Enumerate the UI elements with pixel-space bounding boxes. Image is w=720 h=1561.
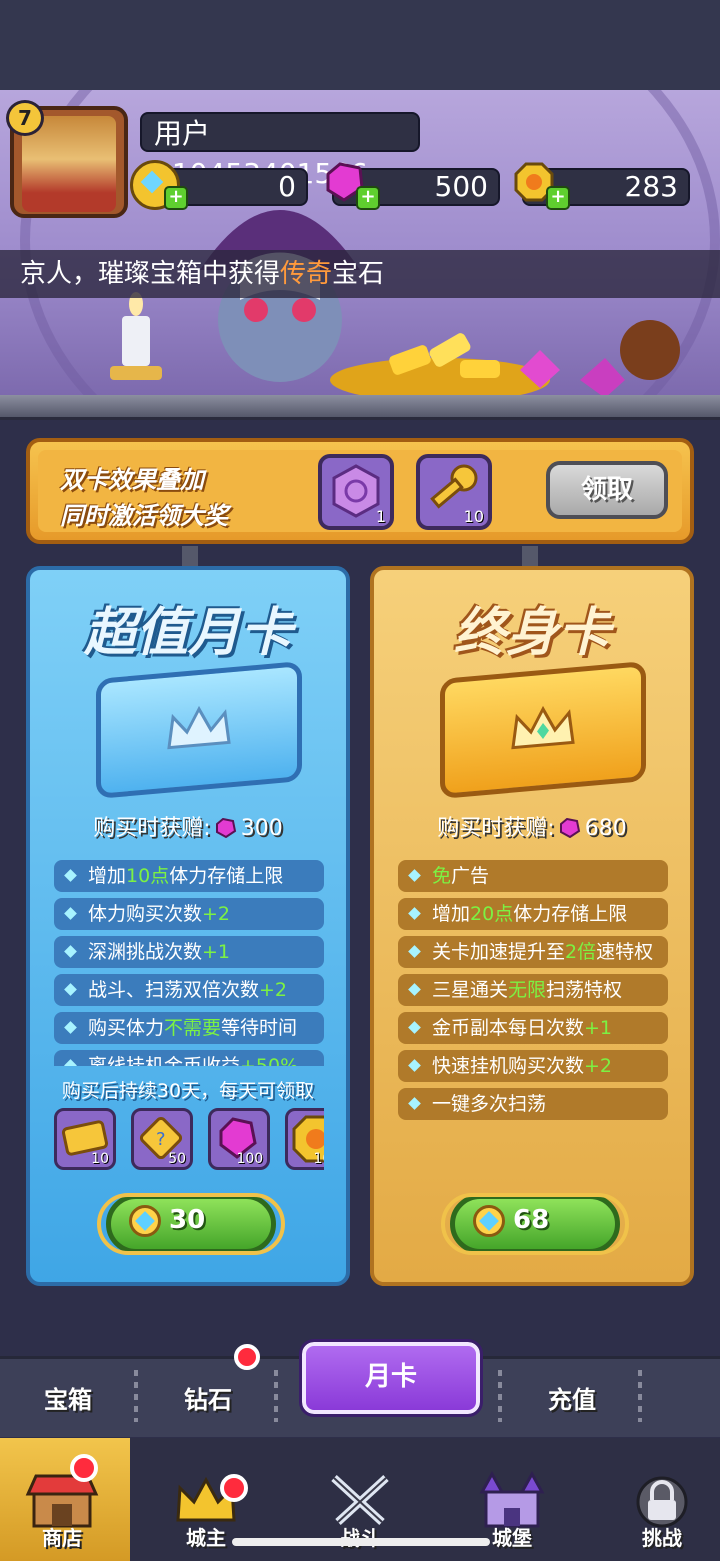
gem-icon bbox=[559, 818, 580, 838]
list-item: 快速挂机购买次数+2 bbox=[398, 1050, 668, 1082]
nav-castle-label: 城堡 bbox=[492, 1526, 532, 1550]
nav-shop-label: 商店 bbox=[42, 1526, 82, 1550]
lifetime-gift-value: 680 bbox=[584, 816, 627, 841]
buy-lifetime-card-button[interactable]: 68 bbox=[441, 1193, 629, 1255]
tab-divider bbox=[134, 1370, 138, 1422]
gem-icon bbox=[215, 818, 236, 838]
claim-button[interactable]: 领取 bbox=[546, 461, 668, 519]
gem-counter[interactable]: + 500 bbox=[326, 162, 500, 210]
list-item: 体力购买次数+2 bbox=[54, 898, 324, 930]
lifetime-gift-label: 购买时获赠: bbox=[437, 816, 555, 841]
banner-shelf bbox=[0, 395, 720, 420]
monthly-card-ticket-icon bbox=[96, 660, 302, 800]
lifetime-card-panel: 终身卡 购买时获赠: 680 免广告 增加20点体力存储上限 关卡加速提升至2倍速… bbox=[370, 566, 694, 1286]
diamond-coin-value: 0 bbox=[278, 170, 296, 203]
diamond-coin-icon bbox=[129, 1205, 161, 1237]
tab-recharge[interactable]: 充值 bbox=[548, 1380, 596, 1415]
monthly-daily-rewards[interactable]: 10 ? 50 100 100 bbox=[54, 1108, 324, 1176]
crown-icon bbox=[167, 705, 231, 750]
reward-ticket[interactable]: 10 bbox=[54, 1108, 116, 1170]
gold-value: 283 bbox=[624, 170, 678, 203]
panel-connector bbox=[182, 546, 198, 568]
tab-monthly-card[interactable]: 月卡 bbox=[299, 1339, 483, 1417]
gem-value: 500 bbox=[434, 170, 488, 203]
list-item: 购买体力不需要等待时间 bbox=[54, 1012, 324, 1044]
lifetime-card-ticket-icon bbox=[440, 660, 646, 800]
news-suffix: 宝石 bbox=[332, 259, 385, 289]
username-label: 用户210453401566 bbox=[140, 112, 420, 190]
lifetime-card-title: 终身卡 bbox=[453, 603, 610, 663]
tab-divider bbox=[638, 1370, 642, 1422]
combo-reward-rune-count: 1 bbox=[375, 507, 386, 526]
list-item: 一键多次扫荡 bbox=[398, 1088, 668, 1120]
diamond-coin-counter[interactable]: + 0 bbox=[130, 160, 308, 210]
lifetime-perks-list[interactable]: 免广告 增加20点体力存储上限 关卡加速提升至2倍速特权 三星通关无限扫荡特权 … bbox=[398, 860, 668, 1132]
tab-diamond[interactable]: 钻石 bbox=[184, 1380, 232, 1415]
combo-line2: 同时激活领大奖 bbox=[60, 502, 228, 530]
panel-connector bbox=[522, 546, 538, 568]
news-ticker: 京人，璀璨宝箱中获得传奇宝石 bbox=[0, 250, 720, 298]
lock-icon bbox=[636, 1476, 688, 1528]
tab-divider bbox=[498, 1370, 502, 1422]
gold-pile-icon bbox=[330, 320, 680, 400]
list-item: 深渊挑战次数+1 bbox=[54, 936, 324, 968]
list-item: 三星通关无限扫荡特权 bbox=[398, 974, 668, 1006]
combo-reward-key[interactable]: 10 bbox=[416, 454, 492, 530]
monthly-card-panel: 超值月卡 购买时获赠: 300 增加10点体力存储上限 体力购买次数+2 深渊挑战… bbox=[26, 566, 350, 1286]
level-badge: 7 bbox=[6, 100, 44, 136]
svg-text:?: ? bbox=[156, 1129, 166, 1150]
lifetime-gift-line: 购买时获赠: 680 bbox=[374, 810, 690, 842]
nav-shop[interactable]: 商店 bbox=[22, 1470, 102, 1550]
diamond-coin-icon bbox=[473, 1205, 505, 1237]
reward-gem[interactable]: 100 bbox=[208, 1108, 271, 1170]
combo-reward-rune[interactable]: 1 bbox=[318, 454, 394, 530]
notification-dot bbox=[220, 1474, 248, 1502]
nav-challenge-label: 挑战 bbox=[642, 1526, 682, 1550]
nav-challenge[interactable]: 挑战 bbox=[622, 1470, 702, 1550]
monthly-gift-value: 300 bbox=[240, 816, 283, 841]
add-diamond-coin-button[interactable]: + bbox=[164, 186, 188, 210]
news-prefix: 京人，璀璨宝箱中获得 bbox=[20, 259, 281, 289]
nav-battle-label: 战斗 bbox=[320, 1522, 400, 1551]
nav-lord-label: 城主 bbox=[186, 1526, 226, 1550]
buy-monthly-card-button[interactable]: 30 bbox=[97, 1193, 285, 1255]
gold-counter[interactable]: + 283 bbox=[514, 162, 690, 210]
home-indicator bbox=[232, 1538, 490, 1546]
list-item: 离线挂机金币收益+50% bbox=[54, 1050, 324, 1066]
list-item: 免广告 bbox=[398, 860, 668, 892]
tab-divider bbox=[274, 1370, 278, 1422]
list-item: 关卡加速提升至2倍速特权 bbox=[398, 936, 668, 968]
lifetime-price: 68 bbox=[513, 1205, 550, 1235]
monthly-perks-list[interactable]: 增加10点体力存储上限 体力购买次数+2 深渊挑战次数+1 战斗、扫荡双倍次数+… bbox=[54, 860, 324, 1066]
combo-reward-key-count: 10 bbox=[463, 507, 484, 526]
crown-icon bbox=[511, 705, 575, 750]
crossed-swords-icon bbox=[331, 1475, 389, 1525]
reward-puzzle[interactable]: ? 50 bbox=[131, 1108, 194, 1170]
notification-dot bbox=[70, 1454, 98, 1482]
list-item: 增加10点体力存储上限 bbox=[54, 860, 324, 892]
list-item: 战斗、扫荡双倍次数+2 bbox=[54, 974, 324, 1006]
top-status-area bbox=[0, 0, 720, 90]
add-gem-button[interactable]: + bbox=[356, 186, 380, 210]
news-highlight: 传奇 bbox=[280, 259, 333, 289]
notification-dot bbox=[234, 1344, 260, 1370]
reward-gold[interactable]: 100 bbox=[285, 1108, 324, 1170]
monthly-gift-label: 购买时获赠: bbox=[93, 816, 211, 841]
castle-icon bbox=[479, 1470, 545, 1528]
monthly-gift-line: 购买时获赠: 300 bbox=[30, 810, 346, 842]
monthly-price: 30 bbox=[169, 1205, 206, 1235]
list-item: 增加20点体力存储上限 bbox=[398, 898, 668, 930]
add-gold-button[interactable]: + bbox=[546, 186, 570, 210]
combo-line1: 双卡效果叠加 bbox=[60, 466, 204, 494]
tab-chest[interactable]: 宝箱 bbox=[44, 1380, 92, 1415]
monthly-duration-note: 购买后持续30天，每天可领取 bbox=[61, 1080, 315, 1102]
list-item: 金币副本每日次数+1 bbox=[398, 1012, 668, 1044]
candle-icon bbox=[110, 292, 162, 380]
monthly-card-title: 超值月卡 bbox=[83, 603, 292, 663]
